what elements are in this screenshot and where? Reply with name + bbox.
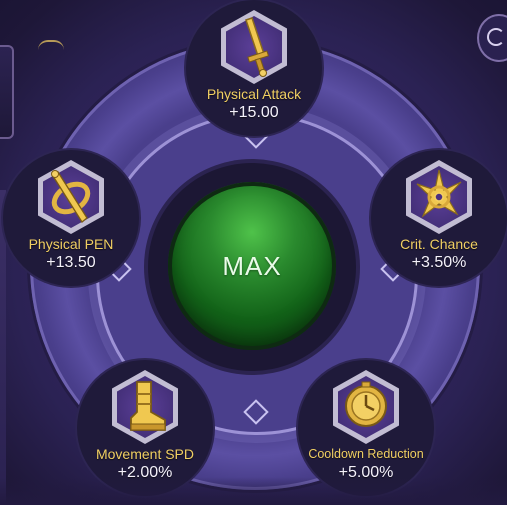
max-label: MAX	[222, 250, 282, 281]
crit-star-icon	[416, 169, 462, 218]
emblem-wheel-screen: MAX Physical Attack +15.00 Crit. Chance …	[0, 0, 507, 505]
stat-name: Cooldown Reduction	[308, 447, 424, 461]
stat-name: Physical PEN	[28, 236, 114, 252]
stat-name: Crit. Chance	[400, 236, 478, 252]
gold-ornament-icon	[38, 40, 64, 52]
stat-name: Movement SPD	[95, 446, 195, 462]
sword-icon	[245, 17, 270, 77]
side-panel-edge	[0, 45, 14, 139]
clock-shield-icon	[345, 381, 387, 427]
stat-node-physical-pen[interactable]: Physical PEN +13.50	[0, 150, 146, 290]
bottom-shade	[0, 477, 507, 505]
refresh-icon[interactable]	[477, 14, 507, 62]
stat-value: +3.50%	[411, 254, 467, 271]
boot-icon	[130, 381, 166, 431]
stat-node-physical-attack[interactable]: Physical Attack +15.00	[179, 0, 329, 140]
stat-value: +13.50	[46, 254, 96, 271]
max-level-orb[interactable]: MAX	[168, 182, 336, 350]
stat-name: Physical Attack	[206, 86, 302, 102]
stat-value: +15.00	[229, 104, 279, 121]
pierce-sword-icon	[51, 170, 91, 223]
stat-node-crit-chance[interactable]: Crit. Chance +3.50%	[364, 150, 507, 290]
